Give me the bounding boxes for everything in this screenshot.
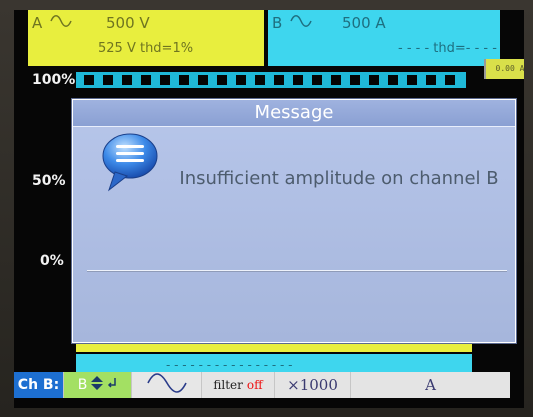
sine-wave-icon	[290, 14, 312, 32]
bar-segment	[293, 75, 303, 85]
source-value: B	[77, 377, 88, 393]
percent-label-50: 50%	[32, 173, 66, 189]
bar-segment	[274, 75, 284, 85]
channel-b-reading: - - - - thd=- - - -	[398, 41, 497, 56]
bar-segment	[84, 75, 94, 85]
percent-label-0: 0%	[40, 253, 64, 269]
channel-a-panel[interactable]: A 500 V 525 V thd=1%	[28, 10, 264, 66]
bar-segment	[255, 75, 265, 85]
harmonics-bar-strip	[76, 72, 466, 88]
percent-label-100: 100%	[32, 72, 76, 88]
dialog-title: Message	[73, 100, 515, 127]
bar-segment	[198, 75, 208, 85]
bar-segment	[407, 75, 417, 85]
dialog-divider	[87, 270, 507, 271]
bar-segment	[217, 75, 227, 85]
bar-segment	[312, 75, 322, 85]
filter-label: filter	[213, 378, 243, 392]
channel-b-label: B	[272, 14, 283, 32]
channel-b-scale: 500 A	[342, 14, 386, 32]
sine-wave-icon	[50, 14, 72, 32]
bar-segment	[122, 75, 132, 85]
message-dialog[interactable]: Message Insufficient amplitude on channe…	[72, 99, 516, 343]
screen: A 500 V 525 V thd=1% B 500 A - - - - thd…	[14, 10, 524, 408]
bar-segment	[388, 75, 398, 85]
bar-segment	[141, 75, 151, 85]
bottom-toolbar: Ch B: B filter off ×1000 A	[14, 372, 510, 398]
bar-segment	[160, 75, 170, 85]
channel-a-label: A	[32, 14, 43, 32]
filter-state: off	[246, 378, 263, 392]
readout-box: 0.00 A	[484, 59, 524, 79]
multiplier-button[interactable]: ×1000	[275, 372, 351, 398]
bar-segment	[331, 75, 341, 85]
dialog-message: Insufficient amplitude on channel B	[179, 168, 499, 189]
bar-segment	[369, 75, 379, 85]
unit-button[interactable]: A	[351, 372, 510, 398]
enter-icon	[107, 377, 117, 393]
bar-segment	[350, 75, 360, 85]
waveform-button[interactable]	[132, 372, 202, 398]
bar-segment	[445, 75, 455, 85]
source-select-button[interactable]: B	[64, 372, 132, 398]
filter-toggle[interactable]: filter off	[202, 372, 275, 398]
bar-segment	[236, 75, 246, 85]
bar-segment	[179, 75, 189, 85]
channel-select-label: Ch B:	[14, 372, 64, 398]
up-down-arrow-icon	[90, 375, 104, 395]
bar-segment	[426, 75, 436, 85]
bar-segment	[103, 75, 113, 85]
channel-a-scale: 500 V	[106, 14, 150, 32]
sine-wave-icon	[146, 373, 188, 397]
channel-a-reading: 525 V thd=1%	[98, 41, 194, 56]
channel-b-panel[interactable]: B 500 A - - - - thd=- - - -	[268, 10, 500, 66]
device-bezel: A 500 V 525 V thd=1% B 500 A - - - - thd…	[0, 0, 533, 417]
speech-bubble-icon	[101, 132, 159, 194]
